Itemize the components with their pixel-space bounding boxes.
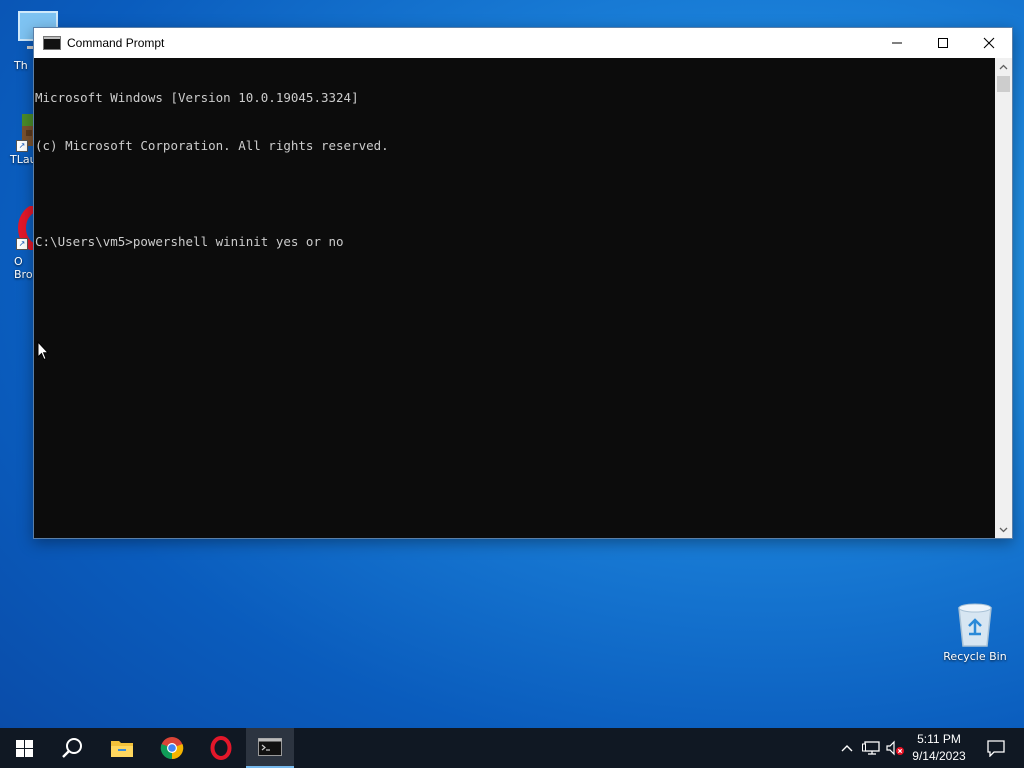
console-output[interactable]: Microsoft Windows [Version 10.0.19045.33… [34,58,994,538]
mouse-cursor-icon [37,341,49,361]
search-icon [62,738,82,758]
console-prompt-line: C:\Users\vm5>powershell wininit yes or n… [35,234,344,249]
console-line: Microsoft Windows [Version 10.0.19045.33… [35,90,359,105]
window-titlebar[interactable]: Command Prompt [34,28,1012,58]
action-center-button[interactable] [976,728,1016,768]
desktop-icon-recycle-bin[interactable]: Recycle Bin [937,602,1013,663]
opera-icon [210,736,232,760]
command-prompt-window[interactable]: Command Prompt Microsoft Windows [Versio… [33,27,1013,539]
clock-time: 5:11 PM [917,732,961,746]
chevron-down-icon [999,527,1008,532]
vertical-scrollbar[interactable] [995,58,1012,538]
show-hidden-icons-button[interactable] [838,728,856,768]
scroll-up-button[interactable] [995,58,1012,75]
window-title: Command Prompt [67,36,165,50]
file-explorer-icon [111,741,133,757]
shortcut-arrow-icon: ↗ [16,238,28,250]
taskbar-opera[interactable] [197,728,245,768]
scrollbar-thumb[interactable] [997,76,1010,92]
clock-date: 9/14/2023 [912,749,966,763]
start-button[interactable] [0,728,48,768]
volume-muted-icon [886,740,904,756]
network-icon [862,741,880,755]
close-icon [983,37,995,49]
chevron-up-icon [999,64,1008,69]
maximize-button[interactable] [920,28,966,58]
shortcut-arrow-icon: ↗ [16,140,28,152]
search-button[interactable] [48,728,96,768]
desktop-icon-label: Recycle Bin [943,650,1007,663]
minimize-button[interactable] [874,28,920,58]
maximize-icon [938,38,948,48]
volume-button[interactable] [884,728,906,768]
recycle-bin-icon [958,603,992,647]
close-button[interactable] [966,28,1012,58]
taskbar-file-explorer[interactable] [98,728,146,768]
notification-icon [987,739,1005,757]
taskbar-clock[interactable]: 5:11 PM 9/14/2023 [905,728,973,768]
chevron-up-icon [841,745,853,752]
chrome-icon [160,737,184,760]
console-line: (c) Microsoft Corporation. All rights re… [35,138,389,153]
taskbar-chrome[interactable] [148,728,196,768]
command-prompt-icon [258,738,282,756]
taskbar: 5:11 PM 9/14/2023 [0,728,1024,768]
command-prompt-icon [43,36,61,50]
minimize-icon [892,42,902,44]
desktop: Th ↗ TLau ↗ O Bro Recycle Bin Command Pr… [0,0,1024,728]
scroll-down-button[interactable] [995,521,1012,538]
taskbar-command-prompt[interactable] [246,728,294,768]
start-icon [15,739,33,757]
network-button[interactable] [860,728,882,768]
